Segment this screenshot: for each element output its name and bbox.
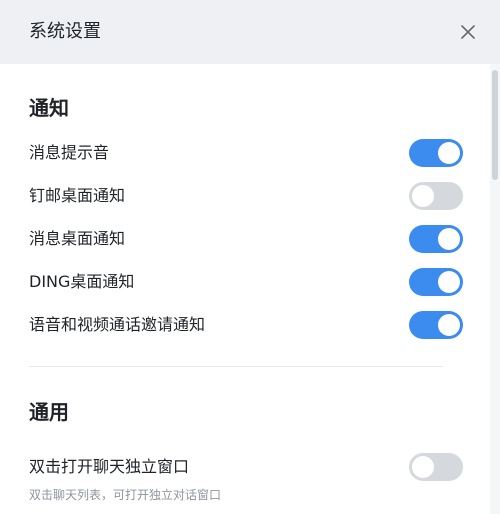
setting-description: 双击聊天列表，可打开独立对话窗口 (29, 488, 222, 502)
settings-dialog: 系统设置 通知 消息提示音 钉邮桌面通知 消息桌面通知 DING桌面通知 语音和… (0, 0, 500, 514)
toggle-knob (438, 228, 460, 250)
toggle-message-sound[interactable] (409, 139, 463, 167)
setting-label: 双击打开聊天独立窗口 (29, 457, 190, 476)
setting-label: DING桌面通知 (29, 272, 135, 291)
scrollbar-thumb[interactable] (492, 70, 498, 180)
toggle-knob (438, 142, 460, 164)
setting-label: 语音和视频通话邀请通知 (29, 315, 206, 334)
section-divider (29, 366, 443, 367)
toggle-message-desktop-notify[interactable] (409, 225, 463, 253)
toggle-knob (438, 314, 460, 336)
setting-label: 消息桌面通知 (29, 229, 126, 248)
toggle-call-invite-notify[interactable] (409, 311, 463, 339)
setting-row-mail-desktop-notify: 钉邮桌面通知 (29, 180, 463, 212)
section-title-notify: 通知 (29, 96, 69, 120)
setting-row-message-desktop-notify: 消息桌面通知 (29, 223, 463, 255)
setting-row-message-sound: 消息提示音 (29, 137, 463, 169)
setting-label: 钉邮桌面通知 (29, 186, 126, 205)
toggle-mail-desktop-notify[interactable] (409, 182, 463, 210)
toggle-knob (438, 271, 460, 293)
setting-row-call-invite-notify: 语音和视频通话邀请通知 (29, 309, 463, 341)
toggle-double-click-window[interactable] (409, 453, 463, 481)
toggle-knob (412, 185, 434, 207)
close-button[interactable] (456, 20, 480, 44)
setting-row-ding-desktop-notify: DING桌面通知 (29, 266, 463, 298)
close-icon (461, 25, 475, 39)
setting-label: 消息提示音 (29, 143, 110, 162)
dialog-title: 系统设置 (29, 21, 101, 42)
toggle-knob (412, 456, 434, 478)
dialog-header: 系统设置 (0, 0, 500, 64)
setting-row-double-click-window: 双击打开聊天独立窗口 双击聊天列表，可打开独立对话窗口 (29, 451, 463, 507)
toggle-ding-desktop-notify[interactable] (409, 268, 463, 296)
scrollbar[interactable] (490, 64, 500, 514)
section-title-general: 通用 (29, 400, 69, 424)
